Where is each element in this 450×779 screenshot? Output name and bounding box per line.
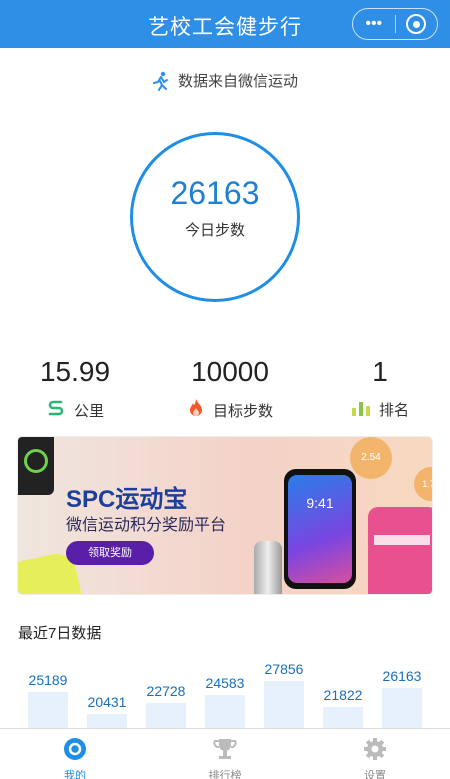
watch-image [18, 437, 54, 495]
bar-chart-icon [351, 398, 371, 421]
rank-label: 排名 [378, 402, 409, 419]
today-steps-value: 26163 [170, 175, 260, 211]
close-icon [406, 14, 427, 34]
distance-icon [46, 398, 66, 423]
phone-image: 9:41 [284, 469, 356, 589]
chart-bar-label: 22728 [146, 683, 186, 699]
more-button[interactable]: ••• [353, 9, 395, 39]
stat-distance: 15.99 公里 [20, 356, 130, 423]
tab-my[interactable]: 我的 [35, 729, 115, 779]
chart-bar [28, 692, 68, 728]
tab-my-label: 我的 [64, 770, 86, 779]
flame-icon [187, 398, 205, 423]
tab-bar: 我的 排行榜 设置 [0, 728, 450, 779]
mini-program-capsule: ••• [352, 8, 438, 40]
chart-bar [146, 703, 186, 728]
recent-7-days-title: 最近7日数据 [18, 625, 102, 642]
goal-steps-value: 10000 [191, 356, 269, 387]
tab-leaderboard-label: 排行榜 [208, 770, 242, 779]
today-steps-label: 今日步数 [184, 222, 245, 239]
stat-rank: 1 排名 [330, 356, 430, 421]
stat-goal-steps: 10000 目标步数 [170, 356, 290, 423]
phone-time: 9:41 [306, 495, 334, 511]
recent-steps-chart: 25189 20431 22728 24583 27856 21822 26163 [0, 650, 450, 728]
trophy-icon [213, 737, 237, 761]
rank-value: 1 [372, 356, 388, 387]
orange-badge-small: 1.74 [414, 467, 432, 501]
pink-shirt-image [368, 507, 432, 594]
data-source: 数据来自微信运动 [0, 70, 450, 91]
orange-badge: 2.54 [350, 437, 392, 479]
chart-bar-label: 26163 [382, 668, 422, 684]
chart-bar-label: 24583 [205, 675, 245, 691]
tab-settings-label: 设置 [364, 770, 386, 779]
close-button[interactable] [395, 14, 437, 34]
chart-bar [264, 681, 304, 728]
bottle-image [254, 541, 282, 594]
distance-label: 公里 [73, 403, 104, 420]
goal-steps-label: 目标步数 [212, 403, 273, 420]
distance-value: 15.99 [39, 356, 111, 387]
chart-bar-label: 25189 [28, 672, 68, 688]
today-steps-ring: 26163 今日步数 [130, 132, 300, 302]
banner-title: SPC运动宝 [66, 486, 188, 513]
chart-bar-label: 21822 [323, 687, 363, 703]
banner-subtitle: 微信运动积分奖励平台 [66, 517, 227, 534]
runner-icon [152, 71, 170, 91]
claim-reward-button[interactable]: 领取奖励 [66, 541, 154, 565]
chart-bar [205, 695, 245, 728]
gear-icon [363, 737, 387, 761]
chart-bar-label: 27856 [264, 661, 304, 677]
chart-bar [382, 688, 422, 728]
my-icon [63, 737, 87, 761]
promo-banner[interactable]: 2.54 1.74 SPC运动宝 微信运动积分奖励平台 领取奖励 9:41 [18, 437, 432, 594]
chart-bar [87, 714, 127, 728]
data-source-text: 数据来自微信运动 [177, 73, 298, 90]
chart-bar-label: 20431 [87, 694, 127, 710]
tab-settings[interactable]: 设置 [335, 729, 415, 779]
title-bar: 艺校工会健步行 ••• [0, 0, 450, 48]
chart-bar [323, 707, 363, 728]
tab-leaderboard[interactable]: 排行榜 [185, 729, 265, 779]
